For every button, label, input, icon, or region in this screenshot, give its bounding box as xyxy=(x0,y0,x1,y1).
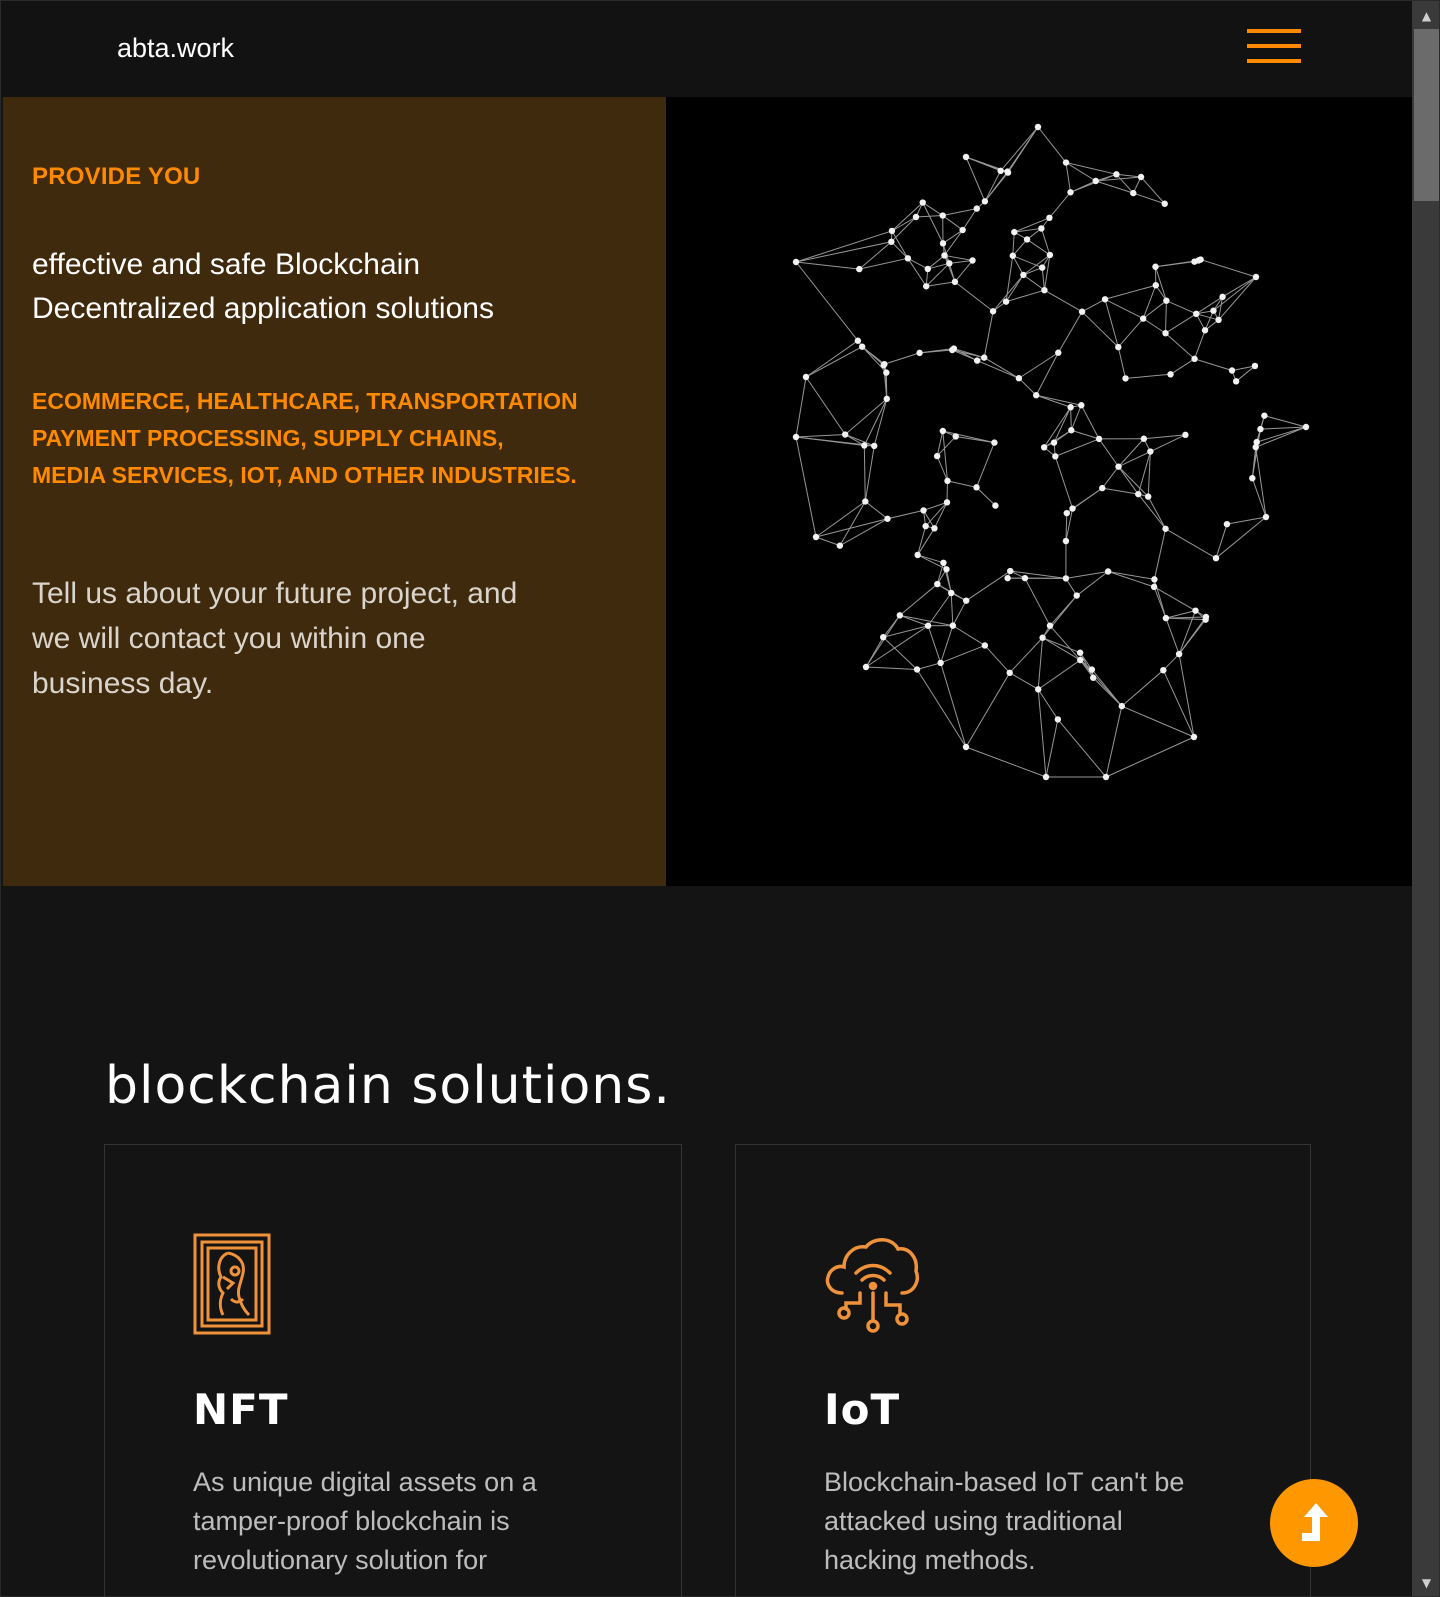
contact-line: business day. xyxy=(32,667,214,700)
hero-industries: ECOMMERCE, HEALTHCARE, TRANSPORTATION PA… xyxy=(32,383,642,494)
scroll-to-top-button[interactable] xyxy=(1270,1479,1358,1567)
arrow-up-icon xyxy=(1302,1503,1328,1541)
card-text-line: Blockchain-based IoT can't be xyxy=(824,1467,1185,1497)
contact-line: Tell us about your future project, and xyxy=(32,577,518,610)
brand-logo-link[interactable]: abta.work xyxy=(117,33,234,64)
hero-image-panel xyxy=(666,97,1412,886)
hero-heading-line: Decentralized application solutions xyxy=(32,292,494,325)
vertical-scrollbar[interactable]: ▲ ▼ xyxy=(1412,1,1439,1596)
section-title: blockchain solutions. xyxy=(105,1056,671,1116)
industries-line: ECOMMERCE, HEALTHCARE, TRANSPORTATION xyxy=(32,388,578,414)
card-text-line: As unique digital assets on a xyxy=(193,1467,537,1497)
site-header: abta.work xyxy=(1,1,1412,97)
scroll-up-arrow-icon[interactable]: ▲ xyxy=(1412,5,1439,27)
card-title: IoT xyxy=(824,1385,901,1434)
page: abta.work PROVIDE YOU effective and safe… xyxy=(0,0,1440,1597)
network-mesh-illustration xyxy=(792,123,1310,781)
industries-line: MEDIA SERVICES, IOT, AND OTHER INDUSTRIE… xyxy=(32,462,577,488)
card-text-line: hacking methods. xyxy=(824,1545,1036,1575)
industries-line: PAYMENT PROCESSING, SUPPLY CHAINS, xyxy=(32,425,504,451)
cloud-iot-icon xyxy=(824,1233,920,1338)
hero-heading-line: effective and safe Blockchain xyxy=(32,248,421,281)
menu-bar xyxy=(1247,44,1301,48)
solution-card-iot[interactable]: IoT Blockchain-based IoT can't be attack… xyxy=(735,1144,1311,1596)
nft-portrait-frame-icon xyxy=(193,1233,273,1340)
card-text-line: revolutionary solution for xyxy=(193,1545,488,1575)
hero-eyebrow: PROVIDE YOU xyxy=(32,163,201,190)
menu-bar xyxy=(1247,29,1301,33)
hero-contact-text: Tell us about your future project, and w… xyxy=(32,571,572,706)
menu-bar xyxy=(1247,59,1301,63)
hero-text-panel: PROVIDE YOU effective and safe Blockchai… xyxy=(3,97,666,886)
scrollbar-thumb[interactable] xyxy=(1414,29,1439,201)
contact-line: we will contact you within one xyxy=(32,622,426,655)
card-description: Blockchain-based IoT can't be attacked u… xyxy=(824,1463,1224,1580)
hamburger-menu-icon[interactable] xyxy=(1247,29,1301,65)
card-text-line: attacked using traditional xyxy=(824,1506,1123,1536)
card-description: As unique digital assets on a tamper-pro… xyxy=(193,1463,593,1580)
solution-card-nft[interactable]: NFT As unique digital assets on a tamper… xyxy=(104,1144,682,1596)
scroll-down-arrow-icon[interactable]: ▼ xyxy=(1412,1572,1439,1594)
card-text-line: tamper-proof blockchain is xyxy=(193,1506,510,1536)
hero-heading: effective and safe Blockchain Decentrali… xyxy=(32,243,632,331)
card-title: NFT xyxy=(193,1385,289,1434)
